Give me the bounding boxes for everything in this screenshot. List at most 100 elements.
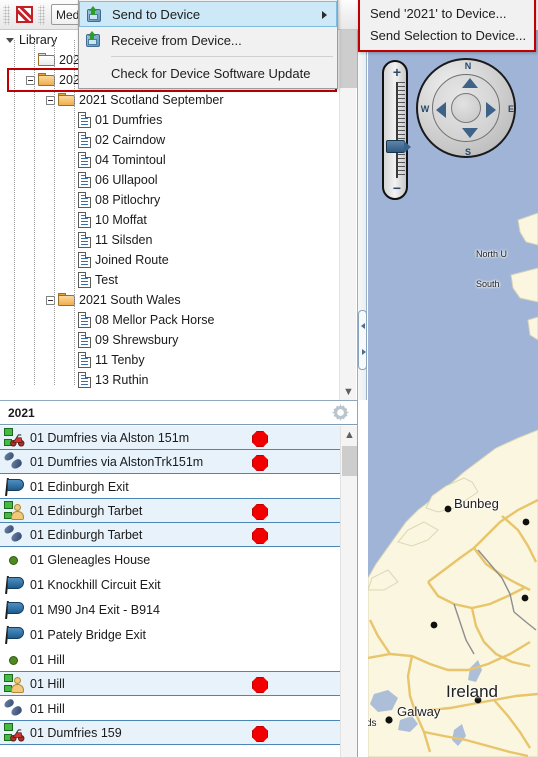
menu-item-receive-from-device[interactable]: Receive from Device... — [79, 27, 337, 53]
splitter-collapse-left-icon[interactable] — [361, 323, 365, 329]
route-icon — [4, 722, 26, 743]
document-icon — [78, 152, 91, 168]
device-download-icon — [84, 31, 102, 49]
document-icon — [78, 252, 91, 268]
item-list-scrollbar-thumb[interactable] — [342, 446, 357, 476]
splitter-grabber[interactable] — [358, 310, 367, 370]
status-marker[interactable] — [252, 726, 268, 742]
map-pan-compass[interactable]: N S W E — [416, 58, 516, 158]
list-item-label: 01 Hill — [30, 701, 65, 716]
tree-node-label: 13 Ruthin — [95, 373, 149, 387]
document-icon — [78, 112, 91, 128]
list-item[interactable]: 01 Hill — [0, 696, 340, 721]
tree-node-label: 06 Ullapool — [95, 173, 158, 187]
compass-center-hub[interactable] — [451, 93, 481, 123]
point-icon — [4, 550, 26, 570]
toolbar-grip-2[interactable] — [38, 4, 45, 25]
map-label-galway: Galway — [397, 704, 441, 719]
tree-node[interactable]: Joined Route — [0, 250, 339, 270]
map-label-south-uist: South — [476, 279, 500, 289]
tree-node[interactable]: 08 Pitlochry — [0, 190, 339, 210]
tree-node[interactable]: 06 Ullapool — [0, 170, 339, 190]
list-item[interactable]: 01 Pately Bridge Exit — [0, 622, 340, 647]
submenu-item-send-selection[interactable]: Send Selection to Device... — [360, 24, 534, 46]
list-item-label: 01 M90 Jn4 Exit - B914 — [30, 602, 160, 617]
map-view[interactable]: North U South Bunbeg Ireland Galway Lime… — [368, 30, 538, 757]
tree-node[interactable]: 2021 Scotland September — [0, 90, 339, 110]
menu-item-send-to-device[interactable]: Send to Device — [79, 1, 337, 27]
pan-north-button[interactable] — [462, 78, 478, 88]
document-icon — [78, 372, 91, 388]
chevron-down-icon[interactable] — [6, 37, 14, 43]
list-item[interactable]: 01 Edinburgh Tarbet — [0, 498, 340, 523]
tree-guide-line — [34, 40, 35, 386]
list-item[interactable]: 01 Dumfries via Alston 151m — [0, 426, 340, 450]
document-icon — [78, 212, 91, 228]
panel-splitter[interactable] — [358, 30, 367, 400]
tree-node[interactable]: 01 Dumfries — [0, 110, 339, 130]
tree-node[interactable]: 13 Ruthin — [0, 370, 339, 390]
no-entry-icon — [15, 6, 33, 23]
submenu-item-send-2021[interactable]: Send '2021' to Device... — [360, 2, 534, 24]
pan-east-button[interactable] — [486, 102, 496, 118]
tree-node[interactable]: 02 Cairndow — [0, 130, 339, 150]
list-item[interactable]: 01 Dumfries 159 — [0, 720, 340, 745]
track-icon — [2, 450, 26, 472]
toolbar-grip[interactable] — [3, 4, 10, 25]
tree-node[interactable]: 2021 South Wales — [0, 290, 339, 310]
submenu-item-send-selection-label: Send Selection to Device... — [370, 27, 527, 43]
zoom-in-icon[interactable]: + — [391, 65, 403, 79]
track-icon — [2, 523, 26, 545]
item-list-scrollbar[interactable]: ▲ — [340, 426, 357, 757]
tree-node[interactable]: 04 Tomintoul — [0, 150, 339, 170]
tree-node[interactable]: 11 Silsden — [0, 230, 339, 250]
no-entry-button[interactable] — [13, 4, 35, 26]
status-marker[interactable] — [252, 431, 268, 447]
tree-node-label: 10 Moffat — [95, 213, 147, 227]
tree-node[interactable]: 08 Mellor Pack Horse — [0, 310, 339, 330]
tree-node[interactable]: 09 Shrewsbury — [0, 330, 339, 350]
zoom-slider-handle[interactable] — [386, 140, 411, 153]
tree-node[interactable]: 10 Moffat — [0, 210, 339, 230]
status-marker[interactable] — [252, 677, 268, 693]
pan-south-button[interactable] — [462, 128, 478, 138]
list-item[interactable]: 01 Dumfries via AlstonTrk151m — [0, 449, 340, 474]
context-menu[interactable]: Send to Device Receive from Device... Ch… — [78, 0, 338, 89]
list-item[interactable]: 01 Hill — [0, 671, 340, 696]
pan-west-button[interactable] — [436, 102, 446, 118]
list-item-label: 01 Pately Bridge Exit — [30, 627, 147, 642]
context-submenu[interactable]: Send '2021' to Device... Send Selection … — [358, 0, 536, 52]
list-item[interactable]: 01 M90 Jn4 Exit - B914 — [0, 597, 340, 622]
tree-node-label: 01 Dumfries — [95, 113, 163, 127]
list-item[interactable]: 01 Hill — [0, 647, 340, 672]
tree-node[interactable]: Test — [0, 270, 339, 290]
list-item[interactable]: 01 Edinburgh Exit — [0, 474, 340, 499]
map-zoom-slider[interactable]: + − — [382, 60, 411, 200]
document-icon — [78, 232, 91, 248]
tree-node-label: 2021 Scotland September — [79, 93, 224, 107]
list-item[interactable]: 01 Gleneagles House — [0, 547, 340, 572]
splitter-collapse-right-icon[interactable] — [362, 349, 366, 355]
list-item-label: 01 Dumfries via AlstonTrk151m — [30, 454, 204, 469]
list-item[interactable]: 01 Edinburgh Tarbet — [0, 522, 340, 547]
tree-guide-line — [54, 40, 55, 386]
gear-icon[interactable] — [332, 404, 349, 421]
compass-south-label: S — [464, 147, 471, 157]
item-list-title: 2021 — [8, 405, 35, 420]
list-item[interactable]: 01 Knockhill Circuit Exit — [0, 572, 340, 597]
status-marker[interactable] — [252, 504, 268, 520]
map-label-ireland: Ireland — [446, 682, 498, 701]
status-marker[interactable] — [252, 528, 268, 544]
item-list[interactable]: 01 Dumfries via Alston 151m 01 Dumfries v… — [0, 426, 340, 757]
status-marker[interactable] — [252, 455, 268, 471]
folder-icon — [38, 73, 55, 87]
menu-item-check-update[interactable]: Check for Device Software Update — [79, 60, 337, 86]
tree-scrollbar[interactable]: ▼ — [339, 30, 357, 400]
point-icon — [4, 650, 26, 670]
tree-node[interactable]: 11 Tenby — [0, 350, 339, 370]
zoom-out-icon[interactable]: − — [391, 181, 403, 195]
list-scroll-up-icon[interactable]: ▲ — [341, 426, 358, 443]
tree-scroll-down-icon[interactable]: ▼ — [340, 383, 357, 400]
tree-scrollbar-thumb[interactable] — [340, 30, 357, 88]
tree-node-label: 08 Pitlochry — [95, 193, 161, 207]
